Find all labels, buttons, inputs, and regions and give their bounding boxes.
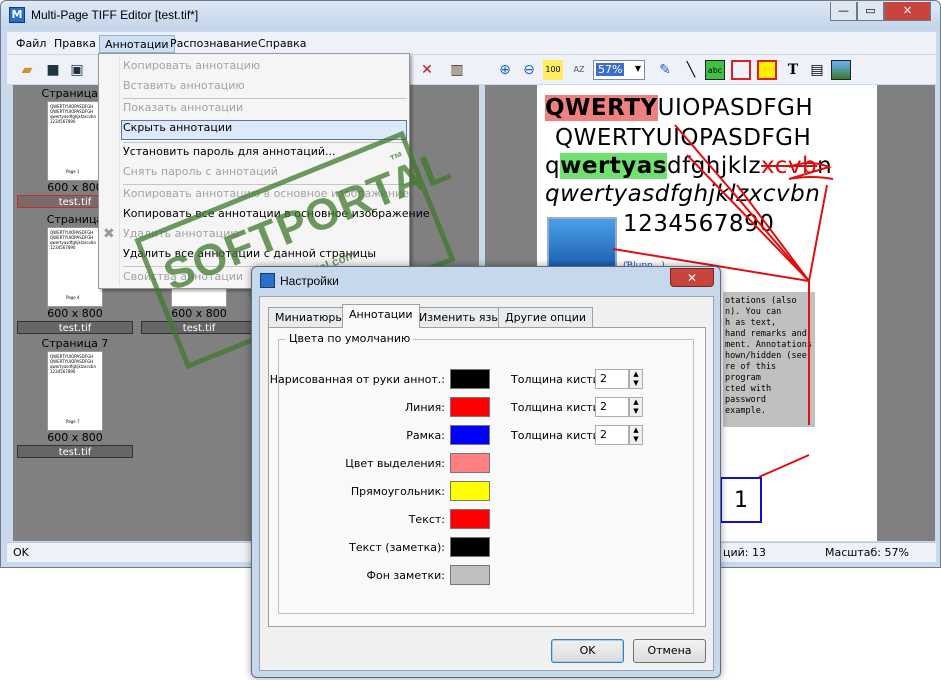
cancel-button[interactable]: Отмена bbox=[633, 639, 706, 663]
thumbnail-page-label: Page 1 bbox=[66, 169, 80, 174]
thumbnail-name: test.tif bbox=[17, 321, 133, 334]
export-icon[interactable]: ▥ bbox=[447, 60, 467, 80]
menu-edit[interactable]: Правка bbox=[49, 35, 101, 53]
freehand-label: Нарисованная от руки аннот.: bbox=[269, 373, 445, 386]
chevron-down-icon: ▼ bbox=[634, 64, 641, 73]
menu-recognition[interactable]: Распознавание bbox=[165, 35, 262, 53]
thumbnail-image: QWERTYUIOPASDFGH QWERTYUIOPASDFGH qwerty… bbox=[47, 351, 103, 431]
maximize-button[interactable]: ▭ bbox=[857, 2, 884, 21]
close-button[interactable]: ✕ bbox=[884, 2, 931, 21]
frame-color-swatch[interactable] bbox=[450, 425, 490, 445]
rectangle-color-swatch[interactable] bbox=[450, 481, 490, 501]
thumbnail-title: Страница 7 bbox=[41, 337, 109, 350]
filled-rect-icon[interactable] bbox=[757, 60, 777, 80]
settings-dialog: Настройки ✕ Миниатюры Аннотации Изменить… bbox=[251, 266, 721, 678]
line-icon[interactable]: ╲ bbox=[681, 60, 701, 80]
thumbnail-name: test.tif bbox=[17, 445, 133, 458]
menu-help[interactable]: Справка bbox=[253, 35, 311, 53]
ok-button[interactable]: OK bbox=[551, 639, 624, 663]
frame-width-input[interactable]: 2 bbox=[595, 425, 629, 445]
frame-label: Рамка: bbox=[406, 429, 445, 442]
line-width-spinner[interactable]: ▲ ▼ bbox=[629, 397, 643, 417]
status-text: OK bbox=[13, 546, 29, 559]
freehand-width-input[interactable]: 2 bbox=[595, 369, 629, 389]
save-all-icon[interactable]: ▣ bbox=[67, 60, 87, 80]
menu-bar: Файл Правка Аннотации Распознавание Спра… bbox=[7, 32, 936, 54]
image-icon[interactable] bbox=[831, 60, 851, 80]
menu-file[interactable]: Файл bbox=[11, 35, 51, 53]
title-bar: M Multi-Page TIFF Editor [test.tif*] — ▭… bbox=[1, 1, 940, 29]
note-text-color-swatch[interactable] bbox=[450, 537, 490, 557]
line-width-label: Толщина кисти: bbox=[511, 401, 604, 414]
text-icon[interactable]: T bbox=[783, 60, 803, 80]
freehand-width-label: Толщина кисти: bbox=[511, 373, 604, 386]
thumbnail-dims: 600 x 800 bbox=[47, 431, 103, 444]
delete-icon: ✖ bbox=[103, 226, 115, 242]
tab-other-options[interactable]: Другие опции bbox=[498, 307, 593, 327]
dialog-title: Настройки bbox=[280, 274, 339, 288]
thumbnail-image: QWERTYUIOPASDFGH QWERTYUIOPASDFGH qwerty… bbox=[47, 227, 103, 307]
menu-paste-annotation[interactable]: Вставить аннотацию bbox=[123, 76, 407, 96]
thumbnail-page-label: Page 7 bbox=[66, 419, 80, 424]
tab-thumbnails[interactable]: Миниатюры bbox=[268, 307, 352, 327]
thumbnail-page-7[interactable]: Страница 7 QWERTYUIOPASDFGH QWERTYUIOPAS… bbox=[15, 337, 135, 458]
line-label: Линия: bbox=[404, 401, 445, 414]
frame-width-spinner[interactable]: ▲ ▼ bbox=[629, 425, 643, 445]
pen-icon[interactable]: ✎ bbox=[655, 60, 675, 80]
thumbnail-image: QWERTYUIOPASDFGH QWERTYUIOPASDFGH qwerty… bbox=[47, 101, 103, 181]
zoom-in-icon[interactable]: ⊕ bbox=[495, 60, 515, 80]
open-folder-icon[interactable]: ▰ bbox=[17, 60, 37, 80]
thumbnail-page-label: Page 4 bbox=[66, 295, 80, 300]
dialog-body: Миниатюры Аннотации Изменить язык Другие… bbox=[259, 296, 714, 671]
menu-show-annotations[interactable]: Показать аннотации bbox=[123, 98, 407, 118]
thumbnail-text: QWERTYUIOPASDFGH QWERTYUIOPASDFGH qwerty… bbox=[50, 104, 96, 124]
note-icon[interactable]: ▤ bbox=[807, 60, 827, 80]
fit-100-icon[interactable]: 100 bbox=[543, 60, 563, 80]
menu-gutter bbox=[119, 56, 120, 286]
zoom-select[interactable]: 57% ▼ bbox=[593, 60, 645, 80]
zoom-value: 57% bbox=[596, 63, 625, 76]
thumbnail-dims: 600 x 800 bbox=[47, 307, 103, 320]
line-width-input[interactable]: 2 bbox=[595, 397, 629, 417]
rectangle-icon[interactable] bbox=[731, 60, 751, 80]
app-icon: M bbox=[9, 7, 25, 23]
tab-annotations[interactable]: Аннотации bbox=[342, 304, 420, 328]
group-title: Цвета по умолчанию bbox=[286, 332, 414, 345]
abc-highlight-icon[interactable]: abc bbox=[705, 60, 725, 80]
freehand-width-spinner[interactable]: ▲ ▼ bbox=[629, 369, 643, 389]
menu-hide-annotations[interactable]: Скрыть аннотации bbox=[123, 118, 407, 138]
minimize-button[interactable]: — bbox=[830, 2, 857, 21]
status-count: ций: 13 bbox=[723, 546, 766, 559]
highlight-color-label: Цвет выделения: bbox=[345, 457, 445, 470]
rectangle-label: Прямоугольник: bbox=[350, 485, 445, 498]
menu-annotations[interactable]: Аннотации bbox=[99, 35, 175, 53]
frame-width-label: Толщина кисти: bbox=[511, 429, 604, 442]
thumbnail-text: QWERTYUIOPASDFGH QWERTYUIOPASDFGH qwerty… bbox=[50, 230, 96, 250]
dialog-close-button[interactable]: ✕ bbox=[670, 268, 714, 287]
window-title: Multi-Page TIFF Editor [test.tif*] bbox=[31, 8, 199, 22]
save-icon[interactable]: ■ bbox=[43, 60, 63, 80]
menu-copy-annotation[interactable]: Копировать аннотацию bbox=[123, 56, 407, 76]
delete-icon[interactable]: ✕ bbox=[417, 60, 437, 80]
text-color-swatch[interactable] bbox=[450, 509, 490, 529]
status-zoom: Масштаб: 57% bbox=[825, 546, 909, 559]
zoom-out-icon[interactable]: ⊖ bbox=[519, 60, 539, 80]
freehand-color-swatch[interactable] bbox=[450, 369, 490, 389]
note-text-label: Текст (заметка): bbox=[349, 541, 445, 554]
note-bg-color-swatch[interactable] bbox=[450, 565, 490, 585]
thumbnail-text: QWERTYUIOPASDFGH QWERTYUIOPASDFGH qwerty… bbox=[50, 354, 96, 374]
fit-az-icon[interactable]: AZ bbox=[569, 60, 589, 80]
note-bg-label: Фон заметки: bbox=[366, 569, 445, 582]
line-color-swatch[interactable] bbox=[450, 397, 490, 417]
app-icon bbox=[260, 273, 275, 288]
text-label: Текст: bbox=[408, 513, 445, 526]
highlight-color-swatch[interactable] bbox=[450, 453, 490, 473]
